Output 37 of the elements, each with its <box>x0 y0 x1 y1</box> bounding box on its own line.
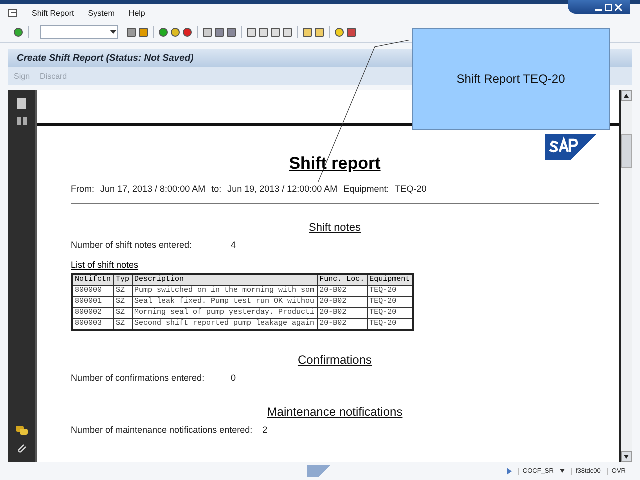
callout-text: Shift Report TEQ-20 <box>456 72 566 86</box>
count-value: 4 <box>231 240 236 250</box>
menu-item[interactable]: Shift Report <box>32 8 74 18</box>
menu-item[interactable]: Help <box>128 8 146 18</box>
from-label: From: <box>71 184 94 194</box>
play-icon[interactable] <box>506 468 512 474</box>
command-field[interactable] <box>40 25 118 39</box>
caret-icon[interactable] <box>110 30 117 34</box>
scroll-thumb[interactable] <box>621 134 632 168</box>
maximize-icon[interactable] <box>605 4 612 10</box>
paperclip-icon[interactable] <box>16 443 26 454</box>
section-heading: Confirmations <box>296 353 374 367</box>
section-heading: Shift notes <box>308 222 362 234</box>
close-icon[interactable] <box>615 4 622 10</box>
list-title: List of shift notes <box>71 260 139 270</box>
from-value: Jun 17, 2013 / 8:00:00 AM <box>100 184 206 194</box>
scroll-down-icon[interactable] <box>624 454 629 458</box>
chat-icon[interactable] <box>16 426 28 435</box>
caret-icon[interactable] <box>560 469 565 473</box>
menu-item[interactable]: System <box>88 8 115 18</box>
screen-title: Create Shift Report (Status: Not Saved) <box>17 52 194 64</box>
to-value: Jun 19, 2013 / 12:00:00 AM <box>228 184 338 194</box>
count-value: 0 <box>231 373 236 383</box>
count-label: Number of maintenance notifications entered: <box>71 425 253 435</box>
report-title: Shift report <box>288 154 382 174</box>
sap-logo <box>306 465 332 477</box>
to-label: to: <box>212 184 222 194</box>
count-value: 2 <box>262 425 268 435</box>
sap-logo <box>545 134 597 160</box>
count-label: Number of shift notes entered: <box>71 240 194 250</box>
section-heading: Maintenance notifications <box>266 405 404 419</box>
equipment-label: Equipment: <box>344 184 390 194</box>
count-label: Number of confirmations entered: <box>71 373 206 383</box>
scroll-up-icon[interactable] <box>624 94 629 98</box>
scrollbar[interactable] <box>619 90 632 462</box>
menu-icon[interactable] <box>8 8 18 18</box>
equipment-value: TEQ-20 <box>395 184 427 194</box>
